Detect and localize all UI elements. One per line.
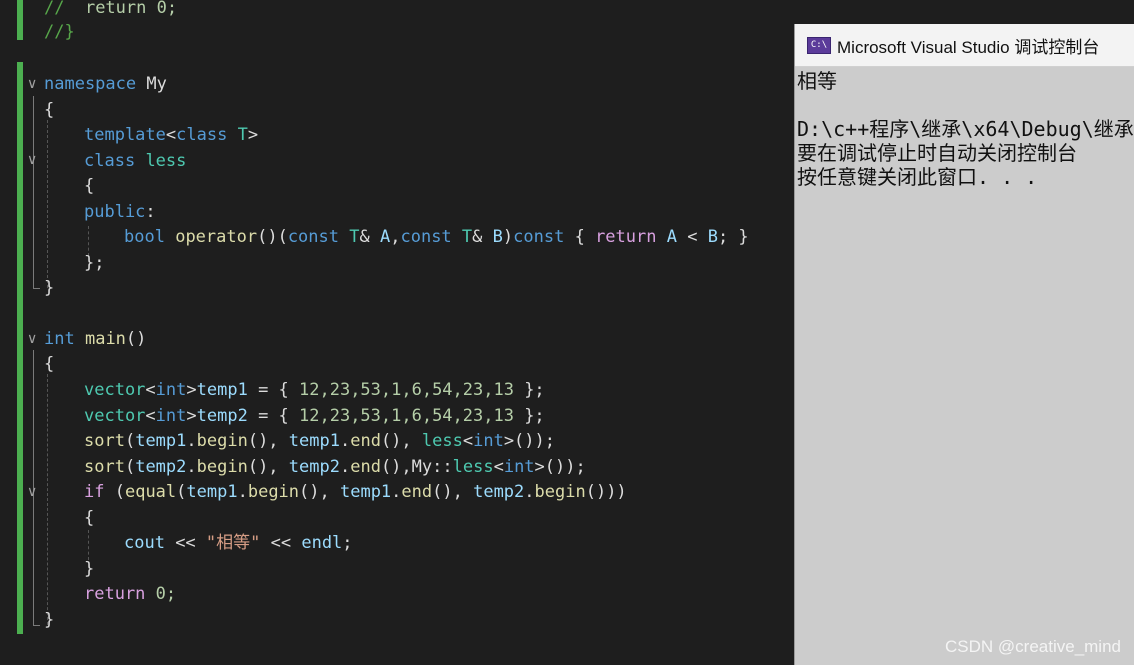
- code-line: {: [84, 176, 95, 196]
- code-line: {: [84, 508, 95, 528]
- code-line: sort(temp1.begin(), temp1.end(), less<in…: [84, 431, 555, 451]
- fold-collapse-icon[interactable]: ∨: [27, 484, 37, 500]
- fold-collapse-icon[interactable]: ∨: [27, 76, 37, 92]
- code-line: public:: [84, 202, 156, 222]
- indent-guide: [47, 120, 48, 288]
- console-app-icon: C:\: [807, 36, 831, 54]
- code-line: vector<int>temp1 = { 12,23,53,1,6,54,23,…: [84, 380, 545, 400]
- console-output-line: 相等: [797, 69, 837, 93]
- console-output-line: 要在调试停止时自动关闭控制台: [797, 141, 1077, 165]
- console-title: Microsoft Visual Studio 调试控制台: [837, 37, 1100, 57]
- code-line: };: [84, 253, 105, 273]
- code-line: if (equal(temp1.begin(), temp1.end(), te…: [84, 482, 627, 502]
- code-line: {: [44, 100, 55, 120]
- code-line: // return 0;: [44, 0, 178, 18]
- console-output-line: D:\c++程序\继承\x64\Debug\继承: [797, 117, 1134, 141]
- code-line: template<class T>: [84, 125, 259, 145]
- code-line: }: [44, 610, 55, 630]
- debug-console-window[interactable]: C:\ Microsoft Visual Studio 调试控制台 相等 D:\…: [794, 24, 1134, 665]
- fold-collapse-icon[interactable]: ∨: [27, 331, 37, 347]
- console-titlebar[interactable]: C:\ Microsoft Visual Studio 调试控制台: [795, 24, 1134, 67]
- code-line: return 0;: [84, 584, 177, 604]
- code-line: }: [44, 278, 55, 298]
- code-line: //}: [44, 22, 75, 42]
- watermark: CSDN @creative_mind: [945, 637, 1121, 656]
- code-line: cout << "相等" << endl;: [124, 533, 353, 553]
- code-line: sort(temp2.begin(), temp2.end(),My::less…: [84, 457, 586, 477]
- indent-guide: [47, 374, 48, 625]
- change-indicator-bar: [17, 0, 23, 40]
- fold-collapse-icon[interactable]: ∨: [27, 152, 37, 168]
- scope-bracket: [33, 96, 40, 289]
- indent-guide: [88, 530, 89, 560]
- code-line: vector<int>temp2 = { 12,23,53,1,6,54,23,…: [84, 406, 545, 426]
- code-line: {: [44, 354, 55, 374]
- code-line: namespace My: [44, 74, 167, 94]
- change-indicator-bar: [17, 62, 23, 634]
- console-output[interactable]: 相等 D:\c++程序\继承\x64\Debug\继承 要在调试停止时自动关闭控…: [795, 67, 1134, 665]
- code-line: int main(): [44, 329, 147, 349]
- code-line: class less: [84, 151, 187, 171]
- console-output-line: 按任意键关闭此窗口. . .: [797, 165, 1038, 189]
- code-line: bool operator()(const T& A,const T& B)co…: [124, 227, 749, 247]
- code-line: }: [84, 559, 95, 579]
